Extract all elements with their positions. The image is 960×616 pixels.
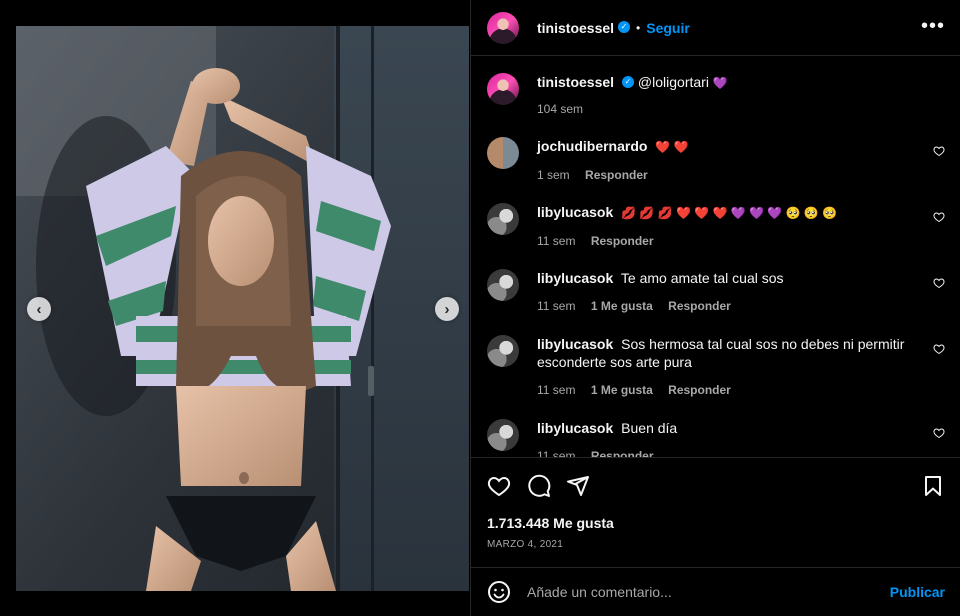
comment-time[interactable]: 11 sem [537, 299, 575, 313]
separator-dot: • [636, 20, 641, 35]
caption-mention[interactable]: @loligortari [638, 74, 709, 90]
comment-time[interactable]: 11 sem [537, 234, 575, 248]
chevron-right-icon: › [444, 300, 450, 318]
add-comment-bar: Publicar [471, 567, 960, 616]
post-header: tinistoessel ✓ • Seguir ••• [471, 0, 960, 56]
verified-badge-icon: ✓ [618, 20, 631, 33]
caption-emoji: 💜 [712, 76, 728, 90]
carousel-next-button[interactable]: › [435, 297, 459, 321]
comment-text: Buen día [621, 420, 678, 436]
photo-illustration [16, 26, 469, 591]
reply-button[interactable]: Responder [668, 299, 731, 313]
comment-username[interactable]: libylucasok [537, 336, 613, 352]
caption-meta: 104 sem [537, 100, 945, 118]
comment-time[interactable]: 11 sem [537, 383, 575, 397]
comment-icon[interactable] [527, 474, 551, 498]
avatar[interactable] [487, 335, 519, 367]
comment-like-heart-icon[interactable] [933, 427, 945, 439]
reply-button[interactable]: Responder [591, 234, 654, 248]
avatar[interactable] [487, 419, 519, 451]
smiley-icon[interactable] [487, 580, 511, 604]
publish-button[interactable]: Publicar [890, 584, 945, 600]
reply-button[interactable]: Responder [585, 168, 648, 182]
comment-emoji: ❤️ ❤️ [655, 140, 689, 154]
comment-body: jochudibernardo ❤️ ❤️ 1 sem Responder [537, 137, 945, 184]
bookmark-icon[interactable] [921, 474, 945, 498]
comment-like-heart-icon[interactable] [933, 145, 945, 157]
comment-meta: 11 sem 1 Me gusta Responder [537, 381, 945, 399]
chevron-left-icon: ‹ [36, 300, 42, 318]
author-line: tinistoessel ✓ • Seguir [537, 20, 690, 36]
comment-likes[interactable]: 1 Me gusta [591, 299, 653, 313]
comment-meta: 11 sem 1 Me gusta Responder [537, 297, 945, 315]
avatar[interactable] [487, 203, 519, 235]
avatar[interactable] [487, 269, 519, 301]
comment-time[interactable]: 11 sem [537, 449, 575, 457]
comments-list[interactable]: tinistoessel ✓ @loligortari 💜 104 sem joc… [471, 57, 960, 457]
post-side-panel: tinistoessel ✓ • Seguir ••• tinistoessel… [470, 0, 960, 616]
post-photo [16, 26, 469, 591]
comment-row: libylucasok Buen día 11 sem Responder [487, 419, 945, 457]
share-icon[interactable] [566, 474, 590, 498]
comment-input[interactable] [525, 583, 890, 601]
caption: tinistoessel ✓ @loligortari 💜 104 sem [487, 73, 945, 118]
comment-body: libylucasok 💋 💋 💋 ❤️ ❤️ ❤️ 💜 💜 💜 🥺 🥺 🥺 1… [537, 203, 945, 250]
comment-like-heart-icon[interactable] [933, 277, 945, 289]
caption-time[interactable]: 104 sem [537, 102, 583, 116]
likes-count[interactable]: 1.713.448 Me gusta [487, 515, 614, 531]
comment-text: Te amo amate tal cual sos [620, 270, 784, 286]
more-options-icon[interactable]: ••• [921, 16, 945, 36]
caption-body: tinistoessel ✓ @loligortari 💜 104 sem [537, 73, 945, 118]
comment-username[interactable]: libylucasok [537, 204, 613, 220]
comment-body: libylucasok Sos hermosa tal cual sos no … [537, 335, 945, 399]
post-date[interactable]: MARZO 4, 2021 [487, 539, 563, 550]
comment-meta: 11 sem Responder [537, 232, 945, 250]
comment-time[interactable]: 1 sem [537, 168, 570, 182]
comment-username[interactable]: libylucasok [537, 270, 613, 286]
comment-username[interactable]: jochudibernardo [537, 138, 647, 154]
comment-username[interactable]: libylucasok [537, 420, 613, 436]
post-actions-section: 1.713.448 Me gusta MARZO 4, 2021 [471, 457, 960, 568]
follow-button[interactable]: Seguir [646, 20, 690, 36]
comment-row: libylucasok Sos hermosa tal cual sos no … [487, 335, 945, 399]
comment-body: libylucasok Buen día 11 sem Responder [537, 419, 945, 457]
author-username[interactable]: tinistoessel [537, 20, 614, 36]
comment-meta: 11 sem Responder [537, 447, 945, 457]
heart-icon[interactable] [487, 474, 511, 498]
avatar[interactable] [487, 11, 519, 44]
avatar[interactable] [487, 137, 519, 169]
carousel-prev-button[interactable]: ‹ [27, 297, 51, 321]
comment-likes[interactable]: 1 Me gusta [591, 383, 653, 397]
comment-emoji: 💋 💋 💋 ❤️ ❤️ ❤️ 💜 💜 💜 🥺 🥺 🥺 [621, 206, 838, 220]
comment-like-heart-icon[interactable] [933, 343, 945, 355]
comment-like-heart-icon[interactable] [933, 211, 945, 223]
avatar[interactable] [487, 73, 519, 105]
comment-body: libylucasok Te amo amate tal cual sos 11… [537, 269, 945, 315]
reply-button[interactable]: Responder [668, 383, 731, 397]
reply-button[interactable]: Responder [591, 449, 654, 457]
caption-username[interactable]: tinistoessel [537, 74, 614, 90]
comment-row: jochudibernardo ❤️ ❤️ 1 sem Responder [487, 137, 945, 184]
comment-row: libylucasok 💋 💋 💋 ❤️ ❤️ ❤️ 💜 💜 💜 🥺 🥺 🥺 1… [487, 203, 945, 250]
action-bar [487, 474, 945, 502]
comment-meta: 1 sem Responder [537, 166, 945, 184]
comment-row: libylucasok Te amo amate tal cual sos 11… [487, 269, 945, 315]
verified-badge-icon: ✓ [622, 76, 635, 89]
